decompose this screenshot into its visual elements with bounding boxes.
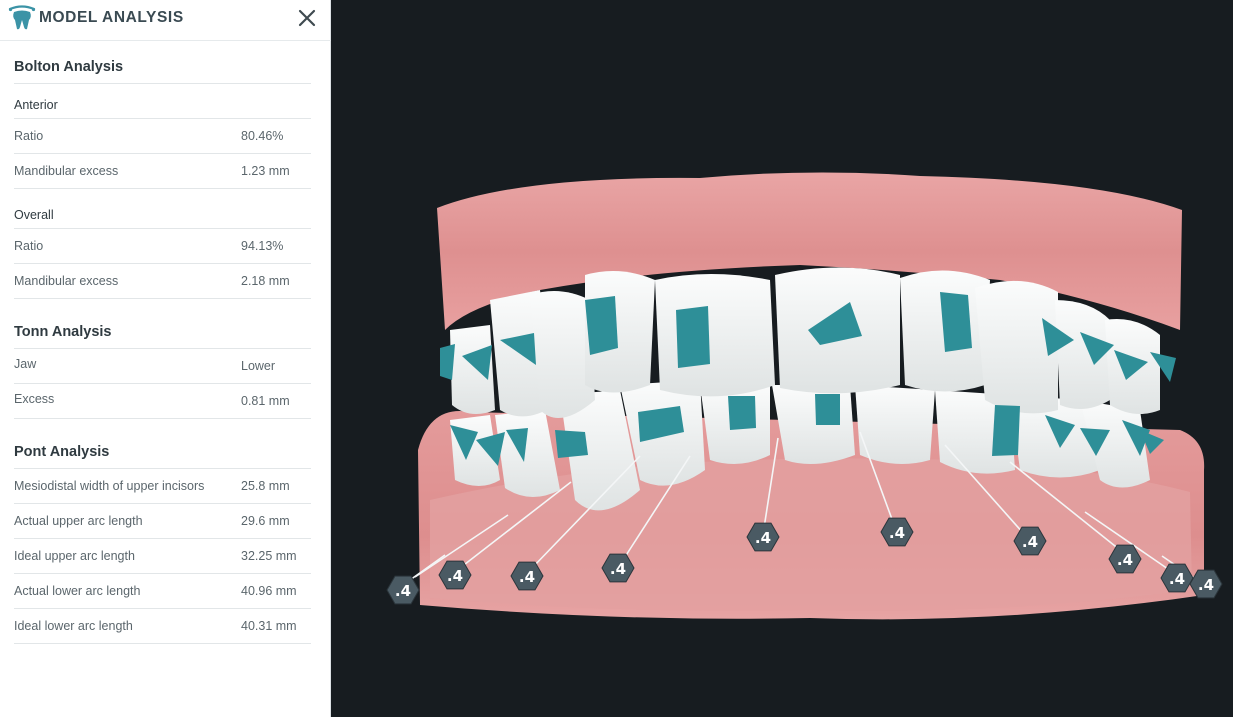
table-row: Mandibular excess 2.18 mm [14, 264, 311, 299]
row-label: Actual lower arc length [14, 584, 141, 598]
marker-label: .4 [755, 529, 771, 547]
anterior-subheading: Anterior [14, 98, 58, 112]
dental-model-render[interactable]: .4 .4 .4 .4 .4 .4 .4 .4 .4 .4 [331, 0, 1233, 717]
3d-model-viewport[interactable]: .4 .4 .4 .4 .4 .4 .4 .4 .4 .4 [331, 0, 1233, 717]
row-value: 32.25 mm [241, 549, 297, 563]
tooth-logo-icon [8, 5, 36, 30]
row-label: Excess [14, 392, 55, 406]
marker-label: .4 [1169, 570, 1185, 588]
row-value: 80.46% [241, 129, 284, 143]
row-value: 1.23 mm [241, 164, 290, 178]
table-row: Ratio 80.46% [14, 119, 311, 154]
marker-label: .4 [1117, 551, 1133, 569]
marker-label: .4 [395, 582, 411, 600]
row-value: 25.8 mm [241, 479, 290, 493]
marker-label: .4 [519, 568, 535, 586]
panel-header: MODEL ANALYSIS [0, 0, 331, 41]
close-icon[interactable] [296, 7, 318, 29]
row-label: Actual upper arc length [14, 514, 143, 528]
row-label: Mandibular excess [14, 164, 119, 178]
row-label: Mandibular excess [14, 274, 119, 288]
row-label: Ideal lower arc length [14, 619, 133, 633]
table-row: Ideal lower arc length 40.31 mm [14, 609, 311, 644]
table-row: Ratio 94.13% [14, 229, 311, 264]
row-value: 0.81 mm [241, 394, 290, 408]
row-label: Ratio [14, 129, 44, 143]
row-label: Ideal upper arc length [14, 549, 135, 563]
row-label: Mesiodistal width of upper incisors [14, 479, 205, 493]
measurement-marker[interactable]: .4 [386, 575, 420, 605]
marker-label: .4 [447, 567, 463, 585]
tonn-analysis-title: Tonn Analysis [14, 324, 112, 340]
table-row: Actual lower arc length 40.96 mm [14, 574, 311, 609]
bolton-analysis-title: Bolton Analysis [14, 59, 124, 75]
table-row: Mandibular excess 1.23 mm [14, 154, 311, 189]
row-label: Jaw [14, 357, 37, 371]
row-value: Lower [241, 359, 276, 373]
marker-label: .4 [1198, 576, 1214, 594]
row-label: Ratio [14, 239, 44, 253]
row-value: 29.6 mm [241, 514, 290, 528]
table-row: Ideal upper arc length 32.25 mm [14, 539, 311, 574]
row-value: 40.96 mm [241, 584, 297, 598]
row-value: 2.18 mm [241, 274, 290, 288]
table-row: Mesiodistal width of upper incisors 25.8… [14, 469, 311, 504]
table-row: Excess 0.81 mm [14, 384, 311, 419]
marker-label: .4 [610, 560, 626, 578]
overall-subheading: Overall [14, 208, 54, 222]
pont-analysis-title: Pont Analysis [14, 444, 110, 460]
marker-label: .4 [889, 524, 905, 542]
divider [14, 83, 311, 84]
table-row: Jaw Lower [14, 349, 311, 384]
table-row: Actual upper arc length 29.6 mm [14, 504, 311, 539]
marker-label: .4 [1022, 533, 1038, 551]
panel-title: MODEL ANALYSIS [39, 9, 184, 26]
model-analysis-panel: MODEL ANALYSIS Bolton Analysis Anterior … [0, 0, 331, 717]
row-value: 40.31 mm [241, 619, 297, 633]
row-value: 94.13% [241, 239, 284, 253]
